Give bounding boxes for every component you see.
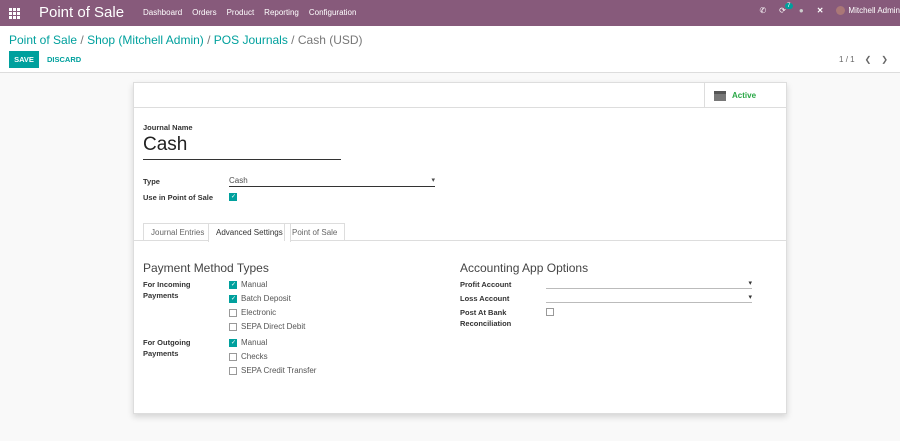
option-label: Checks [241,352,268,361]
checkbox[interactable] [229,352,237,361]
menu-product[interactable]: Product [227,8,255,17]
app-title[interactable]: Point of Sale [39,4,124,21]
menu-dashboard[interactable]: Dashboard [143,8,182,17]
checkbox[interactable] [229,322,237,331]
profit-account-select[interactable] [546,279,752,289]
discard-button[interactable]: DISCARD [47,55,81,64]
phone-icon[interactable]: ✆ [759,6,766,15]
journal-name-input[interactable]: Cash [143,134,341,160]
user-name: Mitchell Admin [848,6,900,15]
accounting-options-heading: Accounting App Options [460,261,589,275]
chat-icon[interactable]: ● [799,6,804,15]
menu-reporting[interactable]: Reporting [264,8,299,17]
breadcrumb-journals[interactable]: POS Journals [214,33,288,47]
post-at-bank-label: Post At Bank Reconciliation [460,308,512,328]
journal-name-label: Journal Name [143,123,193,132]
top-navbar: Point of Sale Dashboard Orders Product R… [0,0,900,26]
checkbox[interactable] [229,294,237,303]
tab-advanced-settings[interactable]: Advanced Settings [208,223,291,242]
activity-badge: 7 [785,3,793,9]
loss-account-label: Loss Account [460,294,510,303]
option-label: Electronic [241,308,277,317]
menu-orders[interactable]: Orders [192,8,216,17]
incoming-electronic[interactable]: Electronic [229,308,276,317]
loss-account-select[interactable] [546,293,752,303]
form-sheet: Active Journal Name Cash Type Cash Use i… [133,82,787,414]
checkbox[interactable] [229,366,237,375]
save-button[interactable]: SAVE [9,51,39,68]
option-label: SEPA Direct Debit [241,322,306,331]
control-panel: Point of Sale / Shop (Mitchell Admin) / … [0,26,900,73]
checkbox[interactable] [229,280,237,289]
prev-icon[interactable]: ❮ [865,55,872,64]
breadcrumb-shop[interactable]: Shop (Mitchell Admin) [87,33,204,47]
option-label: SEPA Credit Transfer [241,366,317,375]
user-menu[interactable]: Mitchell Admin [836,6,900,15]
outgoing-sepa-credit-transfer[interactable]: SEPA Credit Transfer [229,366,316,375]
pager-value[interactable]: 1 / 1 [839,55,855,64]
use-pos-checkbox[interactable] [229,193,237,201]
type-select[interactable]: Cash [229,176,435,187]
incoming-manual[interactable]: Manual [229,280,267,289]
next-icon[interactable]: ❯ [881,55,888,64]
outgoing-manual[interactable]: Manual [229,338,267,347]
menu-configuration[interactable]: Configuration [309,8,357,17]
apps-menu-icon[interactable] [9,8,20,19]
incoming-label: For Incoming Payments [143,280,191,300]
breadcrumb: Point of Sale / Shop (Mitchell Admin) / … [9,33,363,47]
checkbox[interactable] [229,308,237,317]
notebook-tabs: Journal Entries Advanced Settings Point … [134,223,786,242]
checkbox[interactable] [229,338,237,347]
incoming-sepa-direct-debit[interactable]: SEPA Direct Debit [229,322,305,331]
close-icon[interactable]: ✕ [817,6,824,15]
button-box: Active [134,83,786,108]
type-label: Type [143,177,160,186]
tab-journal-entries[interactable]: Journal Entries [143,223,213,241]
option-label: Manual [241,280,268,289]
breadcrumb-current: Cash (USD) [297,33,363,47]
activity-icon[interactable]: ⟳ 7 [779,3,793,15]
profit-account-label: Profit Account [460,280,512,289]
active-toggle-button[interactable]: Active [704,83,786,108]
tab-point-of-sale[interactable]: Point of Sale [284,223,346,241]
payment-method-types-heading: Payment Method Types [143,261,269,275]
archive-icon [714,90,726,101]
post-at-bank-checkbox[interactable] [546,308,554,316]
breadcrumb-pos[interactable]: Point of Sale [9,33,77,47]
incoming-batch-deposit[interactable]: Batch Deposit [229,294,291,303]
option-label: Batch Deposit [241,294,291,303]
active-label: Active [732,91,757,100]
outgoing-checks[interactable]: Checks [229,352,268,361]
use-pos-label: Use in Point of Sale [143,193,214,202]
avatar [836,6,846,15]
outgoing-label: For Outgoing Payments [143,338,191,358]
option-label: Manual [241,338,268,347]
